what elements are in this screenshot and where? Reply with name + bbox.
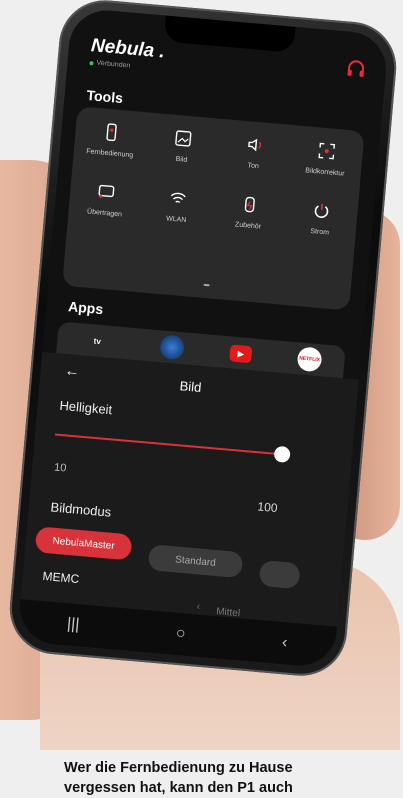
tool-uebertragen[interactable]: Übertragen [68,180,143,220]
tool-label: Strom [310,227,330,237]
home-icon[interactable]: ○ [175,625,186,644]
page-indicator [203,283,210,287]
appletv-icon[interactable]: tv [79,327,115,354]
tool-fernbedienung[interactable]: Fernbedienung [74,120,149,160]
tool-label: Bild [175,155,188,164]
tool-label: WLAN [165,215,187,225]
phone-screen: Nebula . Verbunden Tools Fernbedienung B… [16,7,390,669]
picture-icon [175,130,192,147]
tool-bild[interactable]: Bild [145,126,220,166]
mode-more-button[interactable] [258,559,301,590]
tool-strom[interactable]: Strom [283,199,358,239]
tools-panel: Fernbedienung Bild Ton Bildkorrektur Übe… [62,106,365,311]
tool-label: Bildkorrektur [305,167,345,178]
connection-status: Verbunden [89,59,131,70]
cast-icon [98,184,115,199]
tools-heading: Tools [86,86,124,107]
tool-label: Ton [247,162,260,171]
memc-prev-icon[interactable]: ‹ [196,600,201,612]
focus-icon [318,142,336,160]
wifi-icon [170,192,186,204]
tool-wlan[interactable]: WLAN [140,186,215,226]
netflix-icon[interactable]: NETFLIX [296,346,323,373]
remote-icon [106,123,117,142]
tool-label: Fernbedienung [85,148,134,160]
power-icon [314,203,329,218]
brightness-min: 10 [53,461,67,475]
notch [163,15,296,53]
apps-heading: Apps [67,298,104,318]
phone: Nebula . Verbunden Tools Fernbedienung B… [6,0,400,680]
article-caption: Wer die Fernbedienung zu Hause vergessen… [64,760,293,796]
tool-label: Zubehör [234,221,262,231]
back-arrow-icon[interactable]: ← [64,362,80,380]
tool-zubehoer[interactable]: Zubehör [212,192,287,232]
recent-apps-icon[interactable]: ||| [66,615,80,634]
youtube-icon[interactable]: ▶ [229,343,253,363]
tool-bildkorrektur[interactable]: Bildkorrektur [289,139,364,179]
accessory-icon [244,196,255,213]
status-text: Verbunden [96,59,131,70]
speaker-icon [248,138,262,152]
tool-label: Übertragen [86,208,123,219]
tool-ton[interactable]: Ton [217,133,292,173]
brightness-max: 100 [256,499,279,516]
nav-back-icon[interactable]: ‹ [281,634,288,652]
status-dot-icon [89,60,94,65]
sheet-title: Bild [179,378,203,396]
disney-icon[interactable] [159,334,186,361]
headphones-icon[interactable] [345,57,367,79]
